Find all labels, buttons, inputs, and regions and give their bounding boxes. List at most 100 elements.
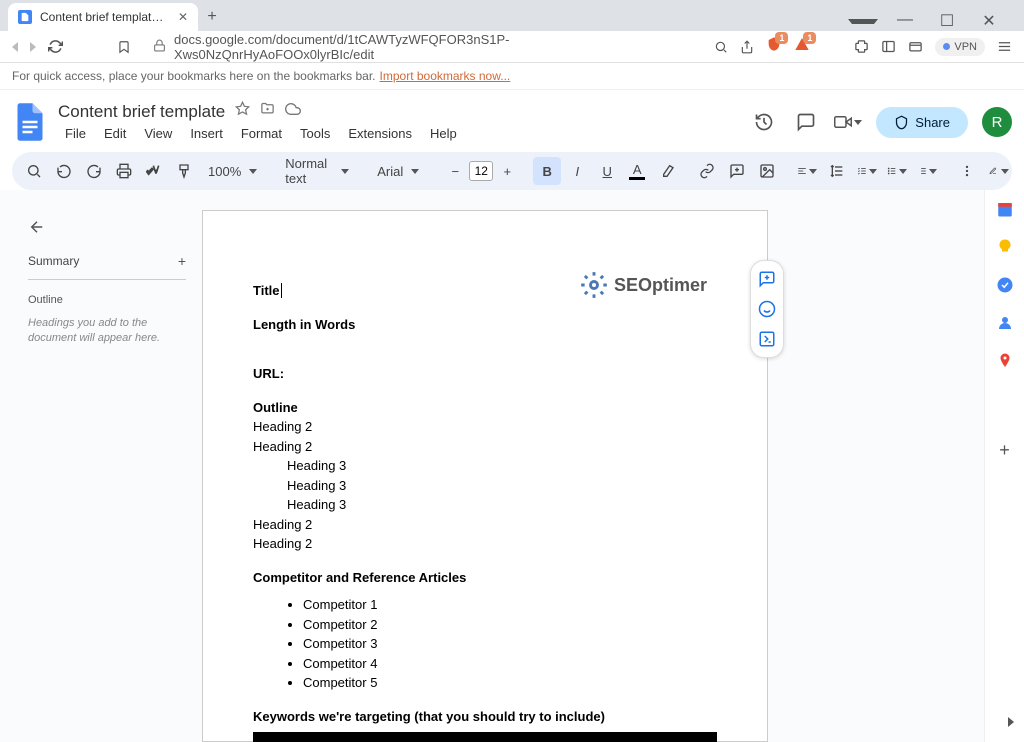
meet-icon[interactable] [834, 108, 862, 136]
tab-title: Content brief template - Google Docs [40, 10, 170, 24]
outline-back-icon[interactable] [28, 218, 46, 239]
window-controls: — ☐ ✕ [836, 11, 1016, 31]
url-text: docs.google.com/document/d/1tCAWTyzWFQFO… [174, 32, 692, 62]
bookmark-hint-bar: For quick access, place your bookmarks h… [0, 63, 1024, 90]
side-panel: + [984, 190, 1024, 742]
paint-format-button[interactable] [170, 157, 198, 185]
share-page-icon[interactable] [740, 40, 754, 54]
suggest-edits-icon[interactable] [753, 325, 781, 353]
calendar-app-icon[interactable] [996, 200, 1014, 218]
shield-badge-icon[interactable]: 1 [766, 36, 782, 57]
add-summary-icon[interactable]: + [178, 253, 186, 269]
add-reaction-icon[interactable] [753, 295, 781, 323]
outline-panel: Summary + Outline Headings you add to th… [12, 204, 202, 742]
spellcheck-button[interactable] [140, 157, 168, 185]
main-area: Summary + Outline Headings you add to th… [0, 190, 1024, 742]
font-dropdown[interactable]: Arial [369, 164, 429, 179]
document-page[interactable]: SEOptimer Title Length in Words URL: Out… [202, 210, 768, 742]
editing-mode-button[interactable] [985, 157, 1013, 185]
vpn-button[interactable]: VPN [935, 38, 985, 56]
zoom-dropdown[interactable]: 100% [200, 164, 265, 179]
extensions-icon[interactable] [854, 39, 869, 54]
new-tab-button[interactable]: + [198, 3, 226, 31]
wallet-icon[interactable] [908, 39, 923, 54]
list-item: Competitor 2 [303, 615, 717, 635]
collapse-side-panel-icon[interactable] [1008, 714, 1014, 732]
maps-app-icon[interactable] [996, 352, 1014, 370]
align-button[interactable] [793, 157, 821, 185]
print-button[interactable] [110, 157, 138, 185]
share-button[interactable]: Share [876, 107, 968, 138]
list-item: Competitor 1 [303, 595, 717, 615]
insert-comment-button[interactable] [723, 157, 751, 185]
close-window-icon[interactable]: ✕ [974, 11, 1004, 31]
bulleted-list-button[interactable] [883, 157, 911, 185]
menu-file[interactable]: File [58, 124, 93, 143]
menu-extensions[interactable]: Extensions [341, 124, 419, 143]
back-icon[interactable] [12, 42, 18, 52]
outline-hint: Headings you add to the document will ap… [28, 316, 186, 347]
browser-tab[interactable]: Content brief template - Google Docs ✕ [8, 3, 198, 31]
star-icon[interactable] [235, 101, 250, 122]
checklist-button[interactable] [853, 157, 881, 185]
bold-button[interactable]: B [533, 157, 561, 185]
contacts-app-icon[interactable] [996, 314, 1014, 332]
vpn-status-dot [943, 43, 950, 50]
menu-icon[interactable] [997, 39, 1012, 54]
keep-app-icon[interactable] [996, 238, 1014, 256]
horizontal-ruler[interactable] [202, 190, 984, 204]
forward-icon[interactable] [30, 42, 36, 52]
more-button[interactable] [953, 157, 981, 185]
minimize-icon[interactable]: — [890, 11, 920, 31]
import-bookmarks-link[interactable]: Import bookmarks now... [380, 69, 511, 83]
triangle-badge-icon[interactable]: 1 [794, 36, 810, 57]
document-title[interactable]: Content brief template [58, 102, 225, 122]
docs-logo[interactable] [12, 104, 48, 140]
line-spacing-button[interactable] [823, 157, 851, 185]
fontsize-input[interactable] [469, 161, 493, 181]
menu-help[interactable]: Help [423, 124, 464, 143]
sidebar-toggle-icon[interactable] [881, 39, 896, 54]
cloud-status-icon[interactable] [285, 101, 301, 122]
chevron-down-icon[interactable] [848, 11, 878, 31]
styles-dropdown[interactable]: Normal text [277, 156, 357, 186]
insert-image-button[interactable] [753, 157, 781, 185]
seoptimer-logo: SEOptimer [580, 271, 707, 299]
underline-button[interactable]: U [593, 157, 621, 185]
bookmark-icon[interactable] [117, 40, 131, 54]
find-icon[interactable] [714, 40, 728, 54]
list-item: Competitor 4 [303, 654, 717, 674]
menu-insert[interactable]: Insert [183, 124, 230, 143]
docs-favicon [18, 10, 32, 24]
outline-label: Outline [28, 294, 186, 306]
menu-edit[interactable]: Edit [97, 124, 133, 143]
list-item: Competitor 3 [303, 634, 717, 654]
maximize-icon[interactable]: ☐ [932, 11, 962, 31]
menu-format[interactable]: Format [234, 124, 289, 143]
close-tab-icon[interactable]: ✕ [178, 10, 188, 24]
numbered-list-button[interactable] [913, 157, 941, 185]
text-color-button[interactable]: A [623, 157, 651, 185]
search-menu-button[interactable] [20, 157, 48, 185]
reload-icon[interactable] [48, 39, 63, 54]
italic-button[interactable]: I [563, 157, 591, 185]
tasks-app-icon[interactable] [996, 276, 1014, 294]
redo-button[interactable] [80, 157, 108, 185]
address-bar[interactable]: docs.google.com/document/d/1tCAWTyzWFQFO… [143, 32, 702, 62]
menu-tools[interactable]: Tools [293, 124, 337, 143]
highlight-button[interactable] [653, 157, 681, 185]
undo-button[interactable] [50, 157, 78, 185]
add-comment-icon[interactable] [753, 265, 781, 293]
fontsize-increase-button[interactable]: + [493, 157, 521, 185]
move-icon[interactable] [260, 101, 275, 122]
menu-view[interactable]: View [137, 124, 179, 143]
add-app-icon[interactable]: + [996, 440, 1014, 458]
summary-label: Summary [28, 254, 79, 268]
history-icon[interactable] [750, 108, 778, 136]
insert-link-button[interactable] [693, 157, 721, 185]
list-item: Competitor 5 [303, 673, 717, 693]
comments-icon[interactable] [792, 108, 820, 136]
account-avatar[interactable]: R [982, 107, 1012, 137]
fontsize-decrease-button[interactable]: − [441, 157, 469, 185]
keywords-table: Keyword Monthly Search Volume Keyword Di… [253, 732, 717, 742]
